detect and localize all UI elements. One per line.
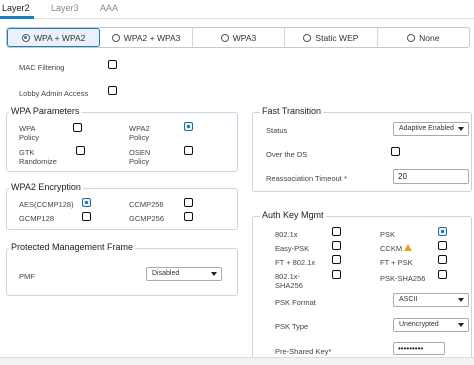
gcmp256-checkbox[interactable] [184,212,193,221]
lobby-admin-access-checkbox[interactable] [108,86,117,95]
wpa-policy-checkbox[interactable] [73,123,82,132]
tab-bar: Layer2 Layer3 AAA [0,0,474,19]
radio-wpa3[interactable]: WPA3 [193,28,286,47]
reassociation-timeout-input[interactable]: 20 [393,169,469,184]
akm-easy-psk-checkbox[interactable] [332,241,341,250]
tab-layer3[interactable]: Layer3 [51,3,79,13]
akm-8021x-sha256-label: 802.1x- SHA256 [275,272,303,290]
chevron-down-icon [458,323,464,327]
over-the-ds-checkbox[interactable] [391,147,400,156]
pre-shared-key-input[interactable]: ••••••••• [393,342,445,355]
pre-shared-key-label: Pre-Shared Key* [275,347,332,356]
warning-icon [404,244,413,251]
radio-label: WPA2 + WPA3 [123,32,181,43]
akm-ft-8021x-label: FT + 802.1x [275,258,316,267]
psk-type-select[interactable]: Unencrypted [393,318,469,332]
mac-filtering-checkbox[interactable] [108,60,117,69]
lobby-admin-access-label: Lobby Admin Access [19,89,89,98]
psk-format-select[interactable]: ASCII [393,293,469,307]
gcmp128-checkbox[interactable] [82,212,91,221]
security-type-selector: WPA + WPA2 WPA2 + WPA3 WPA3 Static WEP N… [6,27,470,48]
akm-psk-label: PSK [380,230,396,239]
radio-icon [407,33,416,42]
reassociation-timeout-label: Reassociation Timeout * [266,174,347,183]
gtk-randomize-label: GTK Randomize [19,148,57,166]
akm-cckm-checkbox[interactable] [438,241,447,250]
radio-icon [220,33,229,42]
akm-8021x-sha256-checkbox[interactable] [332,270,341,279]
akm-psk-sha256-checkbox[interactable] [438,270,447,279]
radio-wpa-wpa2[interactable]: WPA + WPA2 [7,28,101,47]
gtk-randomize-checkbox[interactable] [76,146,85,155]
ft-status-select[interactable]: Adaptive Enabled [393,122,469,136]
over-the-ds-label: Over the DS [266,150,308,159]
radio-label: Static WEP [315,32,359,43]
radio-selected-icon [21,33,30,42]
radio-label: WPA + WPA2 [33,32,86,43]
pmf-select[interactable]: Disabled [146,267,222,281]
radio-static-wep[interactable]: Static WEP [285,28,378,47]
akm-ft-psk-label: FT + PSK [380,258,413,267]
auth-key-mgmt-title: Auth Key Mgmt [260,210,326,220]
ft-status-label: Status [266,126,288,135]
osen-policy-checkbox[interactable] [184,146,193,155]
wpa2-policy-checkbox[interactable] [184,122,193,131]
aes-ccmp128-checkbox[interactable] [82,198,91,207]
wpa2-policy-label: WPA2 Policy [129,124,150,142]
akm-psk-sha256-label: PSK-SHA256 [380,274,426,283]
radio-icon [111,33,120,42]
wpa2-encryption-title: WPA2 Encryption [9,182,83,192]
psk-format-label: PSK Format [275,298,316,307]
gcmp256-label: GCMP256 [129,214,165,223]
radio-none[interactable]: None [378,28,469,47]
wpa2-encryption-panel [6,188,238,230]
ccmp256-label: CCMP256 [129,200,164,209]
chevron-down-icon [211,272,217,276]
akm-ft-psk-checkbox[interactable] [438,255,447,264]
akm-cckm-label: CCKM [380,244,413,253]
wpa-policy-label: WPA Policy [19,124,40,142]
akm-easy-psk-label: Easy-PSK [275,244,310,253]
radio-icon [303,33,312,42]
radio-label: WPA3 [232,32,257,43]
pmf-title: Protected Management Frame [9,242,136,252]
active-tab-indicator [0,16,34,19]
osen-policy-label: OSEN Policy [129,148,151,166]
ccmp256-checkbox[interactable] [184,198,193,207]
chevron-down-icon [458,298,464,302]
tab-aaa[interactable]: AAA [100,3,118,13]
chevron-down-icon [458,127,464,131]
psk-type-label: PSK Type [275,322,309,331]
radio-wpa2-wpa3[interactable]: WPA2 + WPA3 [100,28,193,47]
akm-8021x-checkbox[interactable] [332,227,341,236]
aes-ccmp128-label: AES(CCMP128) [19,200,74,209]
akm-psk-checkbox[interactable] [438,227,447,236]
horizontal-scrollbar[interactable] [0,357,474,365]
akm-8021x-label: 802.1x [275,230,298,239]
mac-filtering-label: MAC Filtering [19,63,65,72]
wpa-parameters-title: WPA Parameters [9,106,82,116]
gcmp128-label: GCMP128 [19,214,55,223]
radio-label: None [419,32,440,43]
fast-transition-title: Fast Transition [260,106,324,116]
tab-layer2[interactable]: Layer2 [2,3,30,13]
pmf-label: PMF [19,272,35,281]
akm-ft-8021x-checkbox[interactable] [332,255,341,264]
